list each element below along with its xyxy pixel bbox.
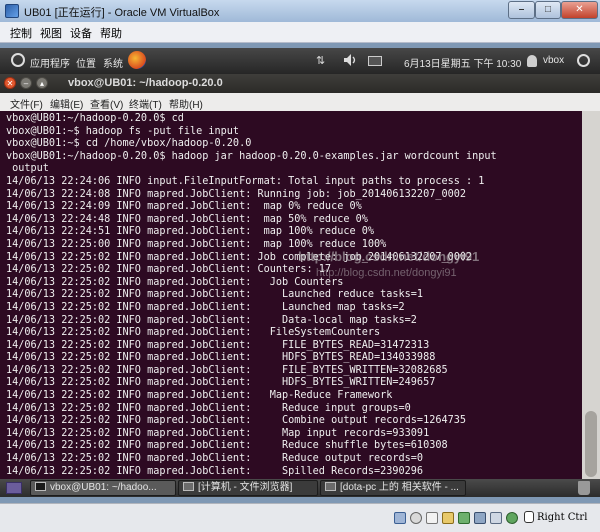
power-icon[interactable]	[577, 54, 590, 67]
host-key-icon	[524, 511, 534, 523]
terminal-line: 14/06/13 22:25:02 INFO mapred.JobClient:…	[6, 289, 424, 301]
terminal-line: vbox@UB01:~/hadoop-0.20.0$ cd	[6, 113, 184, 124]
ubuntu-logo-icon[interactable]	[11, 53, 25, 67]
task-related-software[interactable]: [dota-pc 上的 相关软件 - ...	[320, 480, 466, 496]
terminal-line: 14/06/13 22:25:02 INFO mapred.JobClient:…	[6, 377, 436, 389]
volume-icon[interactable]	[343, 53, 359, 67]
terminal-scrollbar[interactable]	[582, 111, 600, 479]
term-menu-file[interactable]: 文件(F)	[10, 96, 43, 111]
task-file-browser-label: [计算机 - 文件浏览器]	[198, 482, 293, 493]
terminal-line: 14/06/13 22:25:02 INFO mapred.JobClient:…	[6, 352, 436, 364]
virtualbox-app-icon	[5, 4, 19, 18]
terminal-line: 14/06/13 22:24:48 INFO mapred.JobClient:…	[6, 213, 368, 225]
mail-indicator-icon[interactable]	[368, 56, 382, 66]
vbox-statusbar: Right Ctrl	[0, 503, 600, 532]
host-menubar: 控制 视图 设备 帮助	[0, 22, 600, 43]
display-icon[interactable]	[474, 512, 486, 524]
terminal-line: 14/06/13 22:25:02 INFO mapred.JobClient:…	[6, 390, 393, 402]
terminal-menubar: 文件(F) 编辑(E) 查看(V) 终端(T) 帮助(H)	[0, 93, 600, 112]
blog-watermark: http://blog.csdn.net/dongyi91	[298, 249, 480, 264]
terminal-line: 14/06/13 22:25:02 INFO mapred.JobClient:…	[6, 402, 411, 414]
network-icon[interactable]: ⇅	[316, 54, 325, 67]
menu-view[interactable]: 视图	[40, 25, 62, 41]
usb-icon[interactable]	[426, 512, 438, 524]
terminal-line: 14/06/13 22:25:02 INFO mapred.JobClient:…	[6, 465, 424, 477]
terminal-titlebar: ✕ – ▴ vbox@UB01: ~/hadoop-0.20.0	[0, 74, 600, 93]
terminal-line: 14/06/13 22:25:02 INFO mapred.JobClient:…	[6, 364, 448, 376]
terminal-line: 14/06/13 22:25:02 INFO mapred.JobClient:…	[6, 314, 417, 326]
host-key-label: Right Ctrl	[537, 512, 588, 523]
guest-top-panel: 应用程序 位置 系统 ⇅ 6月13日星期五 下午 10:30 vbox	[0, 48, 600, 74]
network-adapter-icon[interactable]	[458, 512, 470, 524]
scrollbar-thumb[interactable]	[585, 411, 597, 477]
terminal-icon	[35, 482, 46, 491]
menu-control[interactable]: 控制	[10, 25, 32, 41]
terminal-line: vbox@UB01:~/hadoop-0.20.0$ hadoop jar ha…	[6, 150, 497, 162]
host-titlebar: UB01 [正在运行] - Oracle VM VirtualBox – □ ✕	[0, 0, 600, 23]
blog-watermark-secondary: http://blog.csdn.net/dongyi91	[316, 267, 457, 279]
show-desktop-icon[interactable]	[6, 482, 22, 494]
task-terminal[interactable]: vbox@UB01: ~/hadoo...	[30, 480, 176, 496]
terminal-line: 14/06/13 22:24:51 INFO mapred.JobClient:…	[6, 226, 375, 238]
host-window-title: UB01 [正在运行] - Oracle VM VirtualBox	[24, 7, 220, 19]
term-menu-help[interactable]: 帮助(H)	[169, 96, 203, 111]
task-file-browser[interactable]: [计算机 - 文件浏览器]	[178, 480, 318, 496]
terminal-line: 14/06/13 22:25:02 INFO mapred.JobClient:…	[6, 339, 430, 351]
clock[interactable]: 6月13日星期五 下午 10:30	[404, 55, 521, 70]
minimize-button[interactable]: –	[508, 1, 535, 19]
terminal-lines: vbox@UB01:~/hadoop-0.20.0$ cd vbox@UB01:…	[6, 113, 497, 478]
terminal-line: 14/06/13 22:24:09 INFO mapred.JobClient:…	[6, 201, 362, 213]
maximize-button[interactable]: □	[535, 1, 561, 19]
menu-devices[interactable]: 设备	[70, 25, 92, 41]
mouse-integration-icon[interactable]	[490, 512, 502, 524]
applications-menu[interactable]: 应用程序	[30, 55, 70, 70]
terminal-line: 14/06/13 22:24:06 INFO input.FileInputFo…	[6, 175, 485, 187]
close-button[interactable]: ✕	[561, 1, 598, 19]
terminal-line: 14/06/13 22:25:02 INFO mapred.JobClient:…	[6, 415, 467, 427]
shared-folders-icon[interactable]	[442, 512, 454, 524]
terminal-line: 14/06/13 22:25:02 INFO mapred.JobClient:…	[6, 427, 430, 439]
guest-taskbar: vbox@UB01: ~/hadoo... [计算机 - 文件浏览器] [dot…	[0, 479, 600, 497]
folder-icon	[325, 482, 336, 491]
virtualization-icon	[506, 512, 518, 524]
terminal-line: 14/06/13 22:25:02 INFO mapred.JobClient:…	[6, 327, 381, 339]
terminal-minimize-button[interactable]: –	[20, 77, 32, 89]
terminal-line: 14/06/13 22:25:02 INFO mapred.JobClient:…	[6, 301, 405, 313]
places-menu[interactable]: 位置	[76, 55, 96, 70]
folder-icon	[183, 482, 194, 491]
task-related-software-label: [dota-pc 上的 相关软件 - ...	[340, 482, 459, 493]
terminal-output[interactable]: vbox@UB01:~/hadoop-0.20.0$ cd vbox@UB01:…	[0, 111, 582, 479]
hard-disk-icon[interactable]	[394, 512, 406, 524]
terminal-line: 14/06/13 22:25:02 INFO mapred.JobClient:…	[6, 440, 448, 452]
system-menu[interactable]: 系统	[103, 55, 123, 70]
menu-help[interactable]: 帮助	[100, 25, 122, 41]
terminal-line: vbox@UB01:~$ hadoop fs -put file input	[6, 125, 240, 137]
optical-drive-icon[interactable]	[410, 512, 422, 524]
terminal-line: vbox@UB01:~$ cd /home/vbox/hadoop-0.20.0	[6, 138, 252, 150]
term-menu-edit[interactable]: 编辑(E)	[50, 96, 83, 111]
trash-icon[interactable]	[578, 481, 590, 495]
terminal-close-button[interactable]: ✕	[4, 77, 16, 89]
task-terminal-label: vbox@UB01: ~/hadoo...	[50, 482, 157, 493]
terminal-maximize-button[interactable]: ▴	[36, 77, 48, 89]
term-menu-terminal[interactable]: 终端(T)	[129, 96, 162, 111]
terminal-line: output	[6, 163, 49, 175]
firefox-launcher-icon[interactable]	[128, 51, 146, 69]
user-name[interactable]: vbox	[543, 55, 564, 66]
terminal-line: 14/06/13 22:24:08 INFO mapred.JobClient:…	[6, 188, 467, 200]
term-menu-view[interactable]: 查看(V)	[90, 96, 123, 111]
terminal-title: vbox@UB01: ~/hadoop-0.20.0	[68, 77, 223, 89]
terminal-line: 14/06/13 22:25:02 INFO mapred.JobClient:…	[6, 453, 424, 465]
user-icon	[527, 55, 537, 67]
